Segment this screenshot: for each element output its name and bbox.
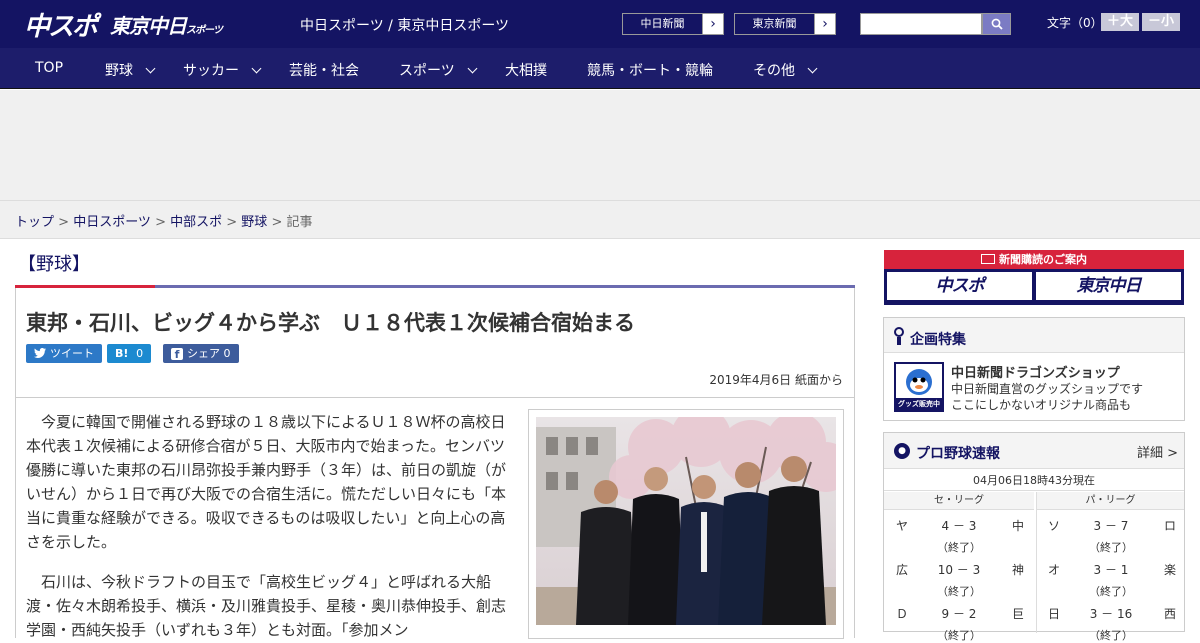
game-home-team: ソ bbox=[1048, 519, 1061, 533]
font-larger-button[interactable]: ＋大 bbox=[1101, 13, 1139, 31]
chevron-down-icon bbox=[467, 63, 478, 74]
chunichi-shimbun-link[interactable]: 中日新聞 › bbox=[622, 13, 724, 35]
game-status: （終了） bbox=[937, 541, 981, 554]
twitter-icon bbox=[34, 348, 46, 358]
game-status: （終了） bbox=[1089, 629, 1133, 642]
game-away-team: 西 bbox=[1164, 607, 1177, 621]
scores-detail-link[interactable]: 詳細 > bbox=[1137, 442, 1178, 461]
game-home-team: Ｄ bbox=[896, 607, 909, 621]
breadcrumb-link-chunichi-sports[interactable]: 中日スポーツ bbox=[73, 215, 151, 230]
subscribe-tokyo-chunichi-logo[interactable]: 東京中日 bbox=[1036, 272, 1181, 300]
breadcrumb-link-baseball[interactable]: 野球 bbox=[241, 215, 267, 230]
feature-item-desc: 中日新聞直営のグッズショップです ここにしかないオリジナル商品も bbox=[951, 382, 1144, 412]
game-status: （終了） bbox=[1089, 585, 1133, 598]
players-photo-illustration bbox=[536, 417, 836, 625]
hatena-icon: B! bbox=[115, 347, 129, 360]
game-away-team: 中 bbox=[1012, 519, 1025, 533]
breadcrumb: トップ > 中日スポーツ > 中部スポ > 野球 > 記事 bbox=[15, 215, 313, 230]
game-home-team: 広 bbox=[896, 563, 909, 577]
scores-timestamp: 04月06日18時43分現在 bbox=[884, 470, 1184, 491]
game-home-team: 日 bbox=[1048, 607, 1061, 621]
feature-title: 企画特集 bbox=[910, 332, 966, 348]
search-icon bbox=[991, 18, 1003, 30]
ext-link-label: 東京新聞 bbox=[735, 14, 815, 34]
game-home-team: オ bbox=[1048, 563, 1061, 577]
award-icon-ribbon bbox=[897, 337, 901, 345]
chevron-right-icon: › bbox=[822, 16, 828, 32]
main-nav: TOP 野球 サッカー 芸能・社会 スポーツ 大相撲 競馬・ボート・競輪 その他 bbox=[0, 48, 1200, 89]
article-paragraph: 今夏に韓国で開催される野球の１８歳以下によるＵ１８Ｗ杯の高校日本代表１次候補によ… bbox=[26, 413, 507, 551]
game-status: （終了） bbox=[1089, 541, 1133, 554]
breadcrumb-bar: トップ > 中日スポーツ > 中部スポ > 野球 > 記事 bbox=[0, 200, 1200, 239]
nav-item-top[interactable]: TOP bbox=[35, 60, 63, 76]
nav-item-other[interactable]: その他 bbox=[753, 60, 818, 80]
nav-item-sports[interactable]: スポーツ bbox=[399, 60, 478, 80]
publish-date: 2019年4月6日 紙面から bbox=[709, 373, 843, 387]
breadcrumb-link-chubu[interactable]: 中部スポ bbox=[170, 215, 222, 230]
award-icon bbox=[894, 327, 904, 337]
search-button[interactable] bbox=[982, 13, 1011, 35]
chevron-down-icon bbox=[251, 63, 262, 74]
font-smaller-button[interactable]: －小 bbox=[1142, 13, 1180, 31]
site-name-link[interactable]: 中日スポーツ / 東京中日スポーツ bbox=[300, 15, 509, 35]
font-size-label: 文字（0） bbox=[1047, 16, 1103, 30]
tweet-button[interactable]: ツイート bbox=[26, 344, 102, 363]
facebook-icon: f bbox=[171, 348, 183, 361]
article-headline: 東邦・石川、ビッグ４から学ぶ Ｕ１８代表１次候補合宿始まる bbox=[26, 311, 635, 335]
scores-header: ● プロ野球速報 詳細 > bbox=[884, 433, 1184, 469]
site-logo[interactable]: 中スポ 東京中日スポーツ bbox=[24, 8, 223, 42]
nav-item-sumo[interactable]: 大相撲 bbox=[505, 60, 547, 80]
game-away-team: ロ bbox=[1164, 519, 1177, 533]
breadcrumb-current: 記事 bbox=[286, 215, 313, 230]
baseball-icon: ● bbox=[894, 443, 910, 459]
game-score[interactable]: 3 － 16 bbox=[1076, 605, 1146, 622]
scores-title: プロ野球速報 bbox=[916, 446, 1000, 462]
pacific-league-label: パ・リーグ bbox=[1037, 492, 1184, 510]
newspaper-icon bbox=[981, 254, 995, 264]
subscription-title: 新聞購読のご案内 bbox=[884, 250, 1184, 269]
hatena-bookmark-button[interactable]: B! 0 bbox=[107, 344, 152, 363]
nav-item-baseball[interactable]: 野球 bbox=[105, 60, 156, 80]
league-divider bbox=[1036, 492, 1037, 633]
game-away-team: 神 bbox=[1012, 563, 1025, 577]
category-title: 【野球】 bbox=[18, 254, 90, 275]
game-status: （終了） bbox=[937, 629, 981, 642]
article-paragraph: 石川は、今秋ドラフトの目玉で「高校生ビッグ４」と呼ばれる大船渡・佐々木朗希投手、… bbox=[26, 573, 507, 639]
game-score[interactable]: 10 － 3 bbox=[924, 561, 994, 578]
central-league-label: セ・リーグ bbox=[884, 492, 1034, 510]
top-header: 中スポ 東京中日スポーツ 中日スポーツ / 東京中日スポーツ 中日新聞 › 東京… bbox=[0, 0, 1200, 48]
logo-tokyo-chunichi: 東京中日スポーツ bbox=[110, 13, 223, 38]
nav-item-racing[interactable]: 競馬・ボート・競輪 bbox=[587, 60, 713, 80]
nav-item-soccer[interactable]: サッカー bbox=[183, 60, 262, 80]
game-status: （終了） bbox=[937, 585, 981, 598]
breadcrumb-link-top[interactable]: トップ bbox=[15, 215, 54, 230]
subscription-banner[interactable]: 新聞購読のご案内 中スポ 東京中日 bbox=[884, 250, 1184, 305]
ext-link-label: 中日新聞 bbox=[623, 14, 703, 34]
game-away-team: 巨 bbox=[1012, 607, 1025, 621]
logo-chuspo: 中スポ bbox=[24, 11, 98, 42]
subscribe-chuspo-logo[interactable]: 中スポ bbox=[887, 272, 1032, 300]
baseball-scores: ● プロ野球速報 詳細 > 04月06日18時43分現在 セ・リーグ パ・リーグ… bbox=[883, 432, 1185, 642]
chevron-right-icon: › bbox=[710, 16, 716, 32]
game-score[interactable]: 9 － 2 bbox=[924, 605, 994, 622]
game-away-team: 楽 bbox=[1164, 563, 1177, 577]
game-home-team: ヤ bbox=[896, 519, 909, 533]
game-score[interactable]: 3 － 7 bbox=[1076, 517, 1146, 534]
thumb-label: グッズ販売中 bbox=[898, 400, 940, 408]
feature-item-title[interactable]: 中日新聞ドラゴンズショップ bbox=[951, 362, 1120, 381]
dragons-shop-thumbnail[interactable]: グッズ販売中 bbox=[894, 362, 944, 412]
nav-item-entertainment[interactable]: 芸能・社会 bbox=[289, 60, 359, 80]
search-input[interactable] bbox=[860, 13, 982, 35]
article-photo[interactable] bbox=[536, 417, 836, 625]
feature-box: 企画特集 グッズ販売中 中日新聞ドラゴンズショップ 中日新聞直営のグッズショップ… bbox=[883, 317, 1185, 421]
facebook-share-button[interactable]: f シェア 0 bbox=[163, 344, 239, 363]
chevron-down-icon bbox=[145, 63, 156, 74]
ad-space bbox=[0, 90, 1200, 200]
game-score[interactable]: 3 － 1 bbox=[1076, 561, 1146, 578]
game-score[interactable]: 4 － 3 bbox=[924, 517, 994, 534]
tokyo-shimbun-link[interactable]: 東京新聞 › bbox=[734, 13, 836, 35]
feature-header: 企画特集 bbox=[884, 318, 1184, 353]
chevron-down-icon bbox=[807, 63, 818, 74]
